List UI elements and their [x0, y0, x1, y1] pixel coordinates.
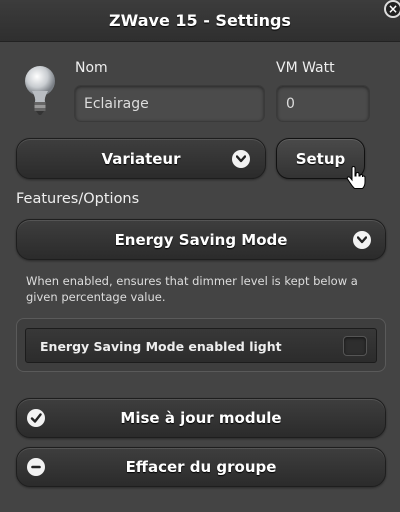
dialog-title: ZWave 15 - Settings	[109, 11, 291, 30]
energy-saving-switch-row[interactable]: Energy Saving Mode enabled light	[25, 328, 377, 363]
type-select-value: Variateur	[101, 149, 181, 168]
lightbulb-icon	[25, 66, 55, 115]
vm-watt-field[interactable]: 0	[276, 85, 370, 122]
update-module-button[interactable]: Mise à jour module	[16, 398, 386, 438]
settings-dialog: ZWave 15 - Settings × Nom Eclairage VM W…	[0, 0, 400, 512]
feature-options-panel: Energy Saving Mode enabled light	[16, 318, 386, 372]
type-select[interactable]: Variateur	[16, 138, 266, 179]
remove-from-group-button[interactable]: Effacer du groupe	[16, 447, 386, 487]
update-module-label: Mise à jour module	[120, 409, 282, 427]
title-bar: ZWave 15 - Settings	[0, 0, 400, 42]
nom-label: Nom	[75, 60, 108, 76]
feature-description: When enabled, ensures that dimmer level …	[26, 274, 358, 304]
features-select-value: Energy Saving Mode	[114, 230, 288, 249]
features-select[interactable]: Energy Saving Mode	[16, 219, 386, 260]
features-label: Features/Options	[16, 191, 140, 207]
close-icon[interactable]: ×	[384, 0, 400, 18]
chevron-down-icon	[353, 230, 371, 249]
energy-saving-toggle[interactable]	[343, 336, 367, 356]
vm-watt-label: VM Watt	[276, 60, 335, 76]
chevron-down-icon	[232, 149, 250, 168]
pointer-cursor-icon	[346, 166, 366, 189]
remove-from-group-label: Effacer du groupe	[125, 458, 277, 476]
energy-saving-switch-label: Energy Saving Mode enabled light	[40, 339, 282, 354]
setup-button-label: Setup	[295, 149, 346, 168]
nom-field[interactable]: Eclairage	[74, 85, 265, 122]
